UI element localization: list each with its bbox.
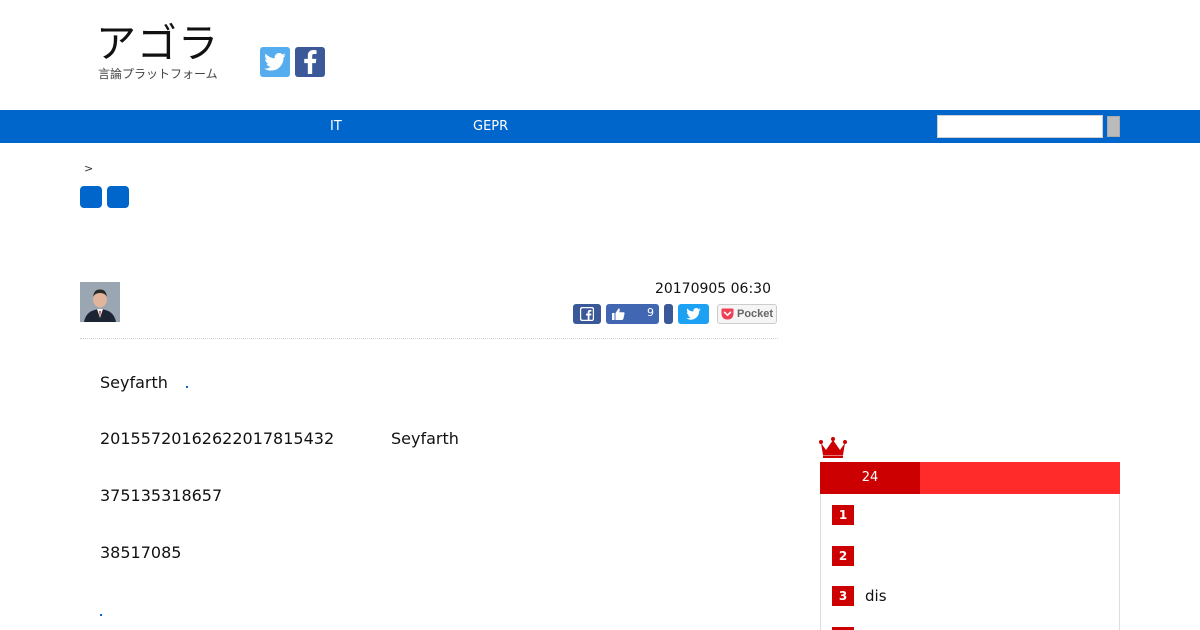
share-square-button[interactable] — [107, 186, 129, 208]
rank-number: 2 — [832, 546, 854, 566]
site-header: アゴラ 言論プラットフォーム — [0, 0, 1200, 110]
nav-item-gepr[interactable]: GEPR — [473, 110, 508, 143]
post-date: 20170905 06:30 — [654, 281, 771, 297]
logo-subtitle: 言論プラットフォーム — [98, 67, 218, 81]
rank-title: dis — [865, 587, 887, 605]
tweet-button[interactable] — [678, 304, 709, 324]
inline-link[interactable] — [100, 614, 102, 616]
rank-number: 3 — [832, 586, 854, 606]
ranking-tab-24h[interactable]: 24 — [820, 462, 920, 494]
facebook-icon[interactable] — [295, 47, 325, 77]
author-avatar[interactable] — [80, 282, 120, 322]
article-paragraph-tail: Seyfarth — [391, 429, 459, 448]
pocket-icon — [721, 308, 734, 320]
site-logo[interactable]: アゴラ 言論プラットフォーム — [96, 20, 246, 84]
article-paragraph: 38517085 — [100, 543, 182, 562]
article-paragraph: 2015572016262201781543​2 — [100, 429, 335, 448]
main-nav: IT GEPR — [0, 110, 1200, 143]
article-paragraph: 375135318657 — [100, 486, 223, 505]
search-button[interactable] — [1107, 116, 1120, 137]
share-square-button[interactable] — [80, 186, 102, 208]
twitter-icon[interactable] — [260, 47, 290, 77]
logo-title: アゴラ — [96, 21, 219, 67]
breadcrumb[interactable]: > — [84, 162, 93, 175]
pocket-label: Pocket — [737, 308, 774, 320]
divider — [80, 338, 778, 339]
pocket-button[interactable]: Pocket — [717, 304, 777, 324]
twitter-icon — [686, 308, 701, 320]
thumbs-up-icon — [612, 308, 625, 320]
ranking-list: 1 2 3 dis 4 — [820, 494, 1120, 630]
search-input[interactable] — [937, 115, 1103, 138]
rank-number: 1 — [832, 505, 854, 525]
facebook-share-button[interactable] — [573, 304, 601, 324]
like-count: 9 — [647, 306, 654, 319]
crown-icon — [819, 437, 847, 458]
like-button[interactable]: 9 — [606, 304, 659, 324]
inline-link[interactable] — [186, 386, 188, 388]
ranking-header: 24 — [820, 462, 1120, 494]
nav-item-it[interactable]: IT — [330, 110, 342, 143]
article-paragraph: Seyfarth — [100, 373, 168, 392]
share-button[interactable] — [664, 304, 673, 324]
